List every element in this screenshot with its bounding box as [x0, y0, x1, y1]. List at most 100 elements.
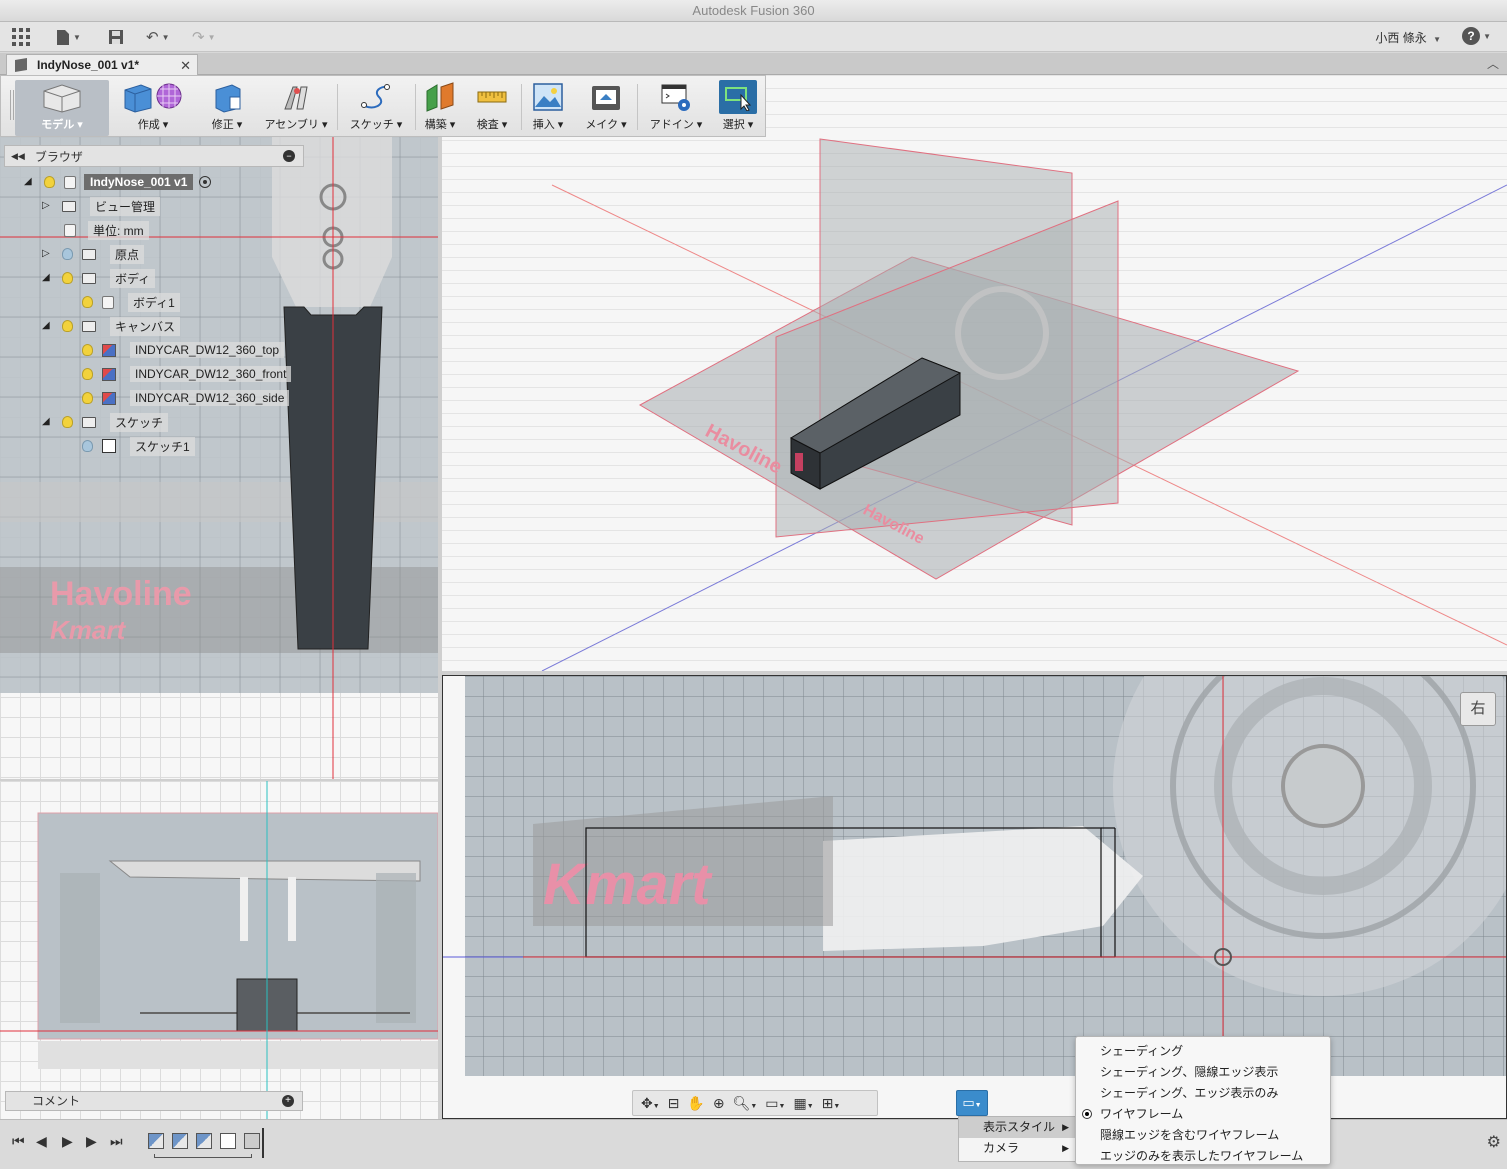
tree-item-sketch1[interactable]: スケッチ1	[82, 436, 195, 456]
window-title: Autodesk Fusion 360	[692, 3, 815, 18]
lightbulb-off-icon[interactable]	[82, 440, 93, 452]
tree-item-body1[interactable]: ボディ1	[82, 292, 180, 312]
submenu-arrow-icon: ▶	[1062, 1122, 1069, 1132]
viewport-front[interactable]	[0, 781, 438, 1119]
tree-item-units[interactable]: 単位: mm	[64, 220, 149, 240]
tree-item-label: ボディ	[110, 268, 156, 288]
collapsed-triangle-icon[interactable]: ▷	[42, 201, 52, 211]
tree-item-canvas-side[interactable]: INDYCAR_DW12_360_side	[82, 388, 290, 408]
minimize-panel-icon[interactable]: −	[283, 150, 295, 162]
menu-item-visual-style[interactable]: 表示スタイル ▶	[959, 1117, 1075, 1138]
document-tab-bar: IndyNose_001 v1* ✕ ︿	[0, 53, 1507, 75]
ribbon-separator	[337, 84, 338, 130]
lightbulb-off-icon[interactable]	[62, 248, 73, 260]
menu-item-label: カメラ	[983, 1141, 1020, 1155]
tree-item-canvases[interactable]: ◢ キャンバス	[42, 316, 181, 336]
timeline-extrude-feature[interactable]	[244, 1133, 260, 1149]
ribbon-select-button[interactable]: 選択 ▾	[715, 80, 761, 136]
ribbon-grip[interactable]	[10, 90, 14, 120]
ribbon-sketch-button[interactable]: スケッチ ▾	[343, 80, 409, 136]
lightbulb-on-icon[interactable]	[82, 368, 93, 380]
tree-item-canvas-top[interactable]: INDYCAR_DW12_360_top	[82, 340, 285, 360]
comments-panel[interactable]: コメント +	[5, 1091, 303, 1111]
ribbon-addins-button[interactable]: アドイン ▾	[645, 80, 707, 136]
lightbulb-on-icon[interactable]	[82, 344, 93, 356]
look-at-icon[interactable]: ⊟	[666, 1095, 682, 1112]
style-shaded[interactable]: シェーディング	[1076, 1041, 1330, 1062]
go-to-start-icon[interactable]: ⏮	[12, 1133, 25, 1150]
expanded-triangle-icon[interactable]: ◢	[24, 177, 34, 187]
ribbon-insert-button[interactable]: 挿入 ▾	[527, 80, 569, 136]
tree-root[interactable]: ◢ IndyNose_001 v1	[24, 172, 212, 192]
viewcube-right-face[interactable]: 右	[1460, 692, 1496, 726]
style-wireframe[interactable]: ワイヤフレーム	[1076, 1104, 1330, 1125]
zoom-window-icon[interactable]: 🔍︎▼	[731, 1095, 760, 1112]
collapse-double-arrow-icon[interactable]: ◀◀	[11, 151, 25, 162]
redo-icon[interactable]: ↷ ▼	[192, 26, 216, 48]
timeline-canvas-feature[interactable]	[172, 1133, 188, 1149]
timeline-settings-gear-icon[interactable]: ⚙	[1487, 1132, 1501, 1152]
ribbon-label: アドイン	[649, 119, 694, 131]
lightbulb-on-icon[interactable]	[62, 272, 73, 284]
lightbulb-on-icon[interactable]	[82, 296, 93, 308]
ribbon-create-button[interactable]: 作成 ▾	[113, 80, 193, 136]
expanded-triangle-icon[interactable]: ◢	[42, 417, 52, 427]
document-tab[interactable]: IndyNose_001 v1* ✕	[6, 54, 198, 75]
play-icon[interactable]: ▶	[62, 1133, 73, 1150]
ribbon-assemble-button[interactable]: アセンブリ ▾	[261, 80, 331, 136]
menu-item-camera[interactable]: カメラ ▶	[959, 1138, 1075, 1159]
ribbon-inspect-button[interactable]: 検査 ▾	[469, 80, 515, 136]
undo-icon[interactable]: ↶ ▼	[146, 26, 170, 48]
menu-item-label: シェーディング	[1100, 1044, 1184, 1058]
ribbon-construct-button[interactable]: 構築 ▾	[419, 80, 461, 136]
file-menu-icon[interactable]: ▼	[56, 26, 81, 48]
viewport-right[interactable]: Kmart 右	[442, 675, 1507, 1119]
viewports-layout-icon[interactable]: ⊞▼	[820, 1095, 843, 1112]
display-style-button[interactable]: ▭▼	[956, 1090, 988, 1116]
add-comment-icon[interactable]: +	[282, 1095, 294, 1107]
pan-hand-icon[interactable]: ✋	[685, 1095, 706, 1112]
tree-item-bodies[interactable]: ◢ ボディ	[42, 268, 156, 288]
viewport-perspective[interactable]: Havoline Havoline	[442, 75, 1507, 671]
tree-item-canvas-front[interactable]: INDYCAR_DW12_360_front	[82, 364, 292, 384]
browser-panel-header[interactable]: ◀◀ ブラウザ −	[4, 145, 304, 167]
style-shaded-visible-edges[interactable]: シェーディング、エッジ表示のみ	[1076, 1083, 1330, 1104]
chevron-up-icon[interactable]: ︿	[1487, 55, 1499, 72]
ribbon-modify-button[interactable]: 修正 ▾	[201, 80, 253, 136]
style-wireframe-visible-edges[interactable]: エッジのみを表示したワイヤフレーム	[1076, 1146, 1330, 1167]
expanded-triangle-icon[interactable]: ◢	[42, 273, 52, 283]
expanded-triangle-icon[interactable]: ◢	[42, 321, 52, 331]
go-to-end-icon[interactable]: ⏭	[110, 1133, 123, 1150]
step-forward-icon[interactable]: ▶	[86, 1133, 97, 1150]
help-button[interactable]: ? ▼	[1462, 27, 1491, 45]
timeline-sketch-feature[interactable]	[220, 1133, 236, 1149]
menu-item-label: 表示スタイル	[983, 1120, 1056, 1134]
timeline-marker[interactable]	[262, 1128, 264, 1158]
tree-item-sketches[interactable]: ◢ スケッチ	[42, 412, 169, 432]
tree-item-origin[interactable]: ▷ 原点	[42, 244, 145, 264]
timeline-canvas-feature[interactable]	[196, 1133, 212, 1149]
save-icon[interactable]	[108, 26, 124, 48]
ribbon-make-button[interactable]: メイク ▾	[581, 80, 631, 136]
lightbulb-on-icon[interactable]	[44, 176, 55, 188]
lightbulb-on-icon[interactable]	[62, 320, 73, 332]
timeline-canvas-feature[interactable]	[148, 1133, 164, 1149]
step-back-icon[interactable]: ◀	[36, 1133, 47, 1150]
orbit-icon[interactable]: ✥▼	[639, 1095, 662, 1112]
activate-radio-icon[interactable]	[199, 176, 212, 188]
lightbulb-on-icon[interactable]	[62, 416, 73, 428]
3d-print-icon	[592, 86, 620, 110]
close-tab-icon[interactable]: ✕	[180, 58, 191, 74]
user-menu[interactable]: 小西 條永 ▼	[1375, 29, 1441, 46]
grid-settings-icon[interactable]: ▦▼	[791, 1095, 815, 1112]
joint-icon	[284, 86, 308, 110]
display-settings-icon[interactable]: ▭▼	[763, 1095, 787, 1112]
tree-item-view-mgmt[interactable]: ▷ ビュー管理	[42, 196, 161, 216]
style-wireframe-hidden-edges[interactable]: 隠線エッジを含むワイヤフレーム	[1076, 1125, 1330, 1146]
collapsed-triangle-icon[interactable]: ▷	[42, 249, 52, 259]
zoom-icon[interactable]: ⊕	[711, 1095, 727, 1112]
style-shaded-hidden-edges[interactable]: シェーディング、隠線エッジ表示	[1076, 1062, 1330, 1083]
lightbulb-on-icon[interactable]	[82, 392, 93, 404]
ribbon-model-button[interactable]: モデル ▾	[15, 80, 109, 136]
data-panel-grid-icon[interactable]	[12, 26, 30, 48]
